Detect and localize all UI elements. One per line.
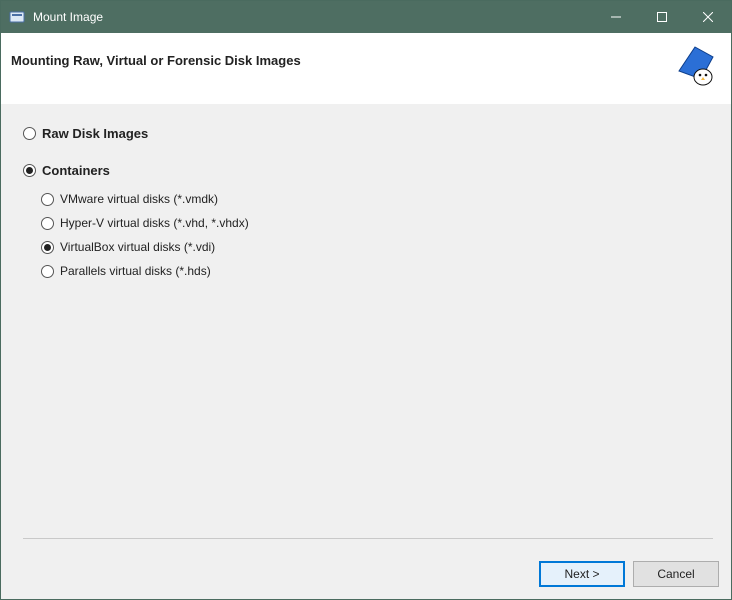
option-parallels[interactable]: Parallels virtual disks (*.hds) bbox=[41, 264, 713, 278]
wizard-header: Mounting Raw, Virtual or Forensic Disk I… bbox=[1, 33, 731, 104]
close-button[interactable] bbox=[685, 1, 731, 33]
window-title: Mount Image bbox=[33, 10, 103, 24]
option-label: Containers bbox=[42, 163, 110, 178]
option-label: Hyper-V virtual disks (*.vhd, *.vhdx) bbox=[60, 216, 249, 230]
radio-icon bbox=[41, 265, 54, 278]
option-label: VMware virtual disks (*.vmdk) bbox=[60, 192, 218, 206]
app-icon bbox=[9, 9, 25, 25]
radio-icon bbox=[41, 241, 54, 254]
option-vmware[interactable]: VMware virtual disks (*.vmdk) bbox=[41, 192, 713, 206]
option-label: VirtualBox virtual disks (*.vdi) bbox=[60, 240, 215, 254]
wizard-footer: Next > Cancel bbox=[1, 561, 731, 599]
option-label: Raw Disk Images bbox=[42, 126, 148, 141]
container-type-group: VMware virtual disks (*.vmdk) Hyper-V vi… bbox=[23, 192, 713, 278]
footer-separator bbox=[23, 538, 713, 539]
wizard-icon bbox=[673, 45, 717, 89]
image-type-group: Raw Disk Images Containers bbox=[23, 126, 713, 178]
wizard-content: Raw Disk Images Containers VMware virtua… bbox=[1, 104, 731, 561]
maximize-button[interactable] bbox=[639, 1, 685, 33]
option-hyperv[interactable]: Hyper-V virtual disks (*.vhd, *.vhdx) bbox=[41, 216, 713, 230]
radio-icon bbox=[41, 193, 54, 206]
window-controls bbox=[593, 1, 731, 33]
radio-icon bbox=[41, 217, 54, 230]
next-button[interactable]: Next > bbox=[539, 561, 625, 587]
option-label: Parallels virtual disks (*.hds) bbox=[60, 264, 211, 278]
radio-icon bbox=[23, 164, 36, 177]
mount-image-window: Mount Image Mounting Raw, Virtual or For… bbox=[0, 0, 732, 600]
cancel-button[interactable]: Cancel bbox=[633, 561, 719, 587]
titlebar: Mount Image bbox=[1, 1, 731, 33]
minimize-button[interactable] bbox=[593, 1, 639, 33]
option-containers[interactable]: Containers bbox=[23, 163, 713, 178]
radio-icon bbox=[23, 127, 36, 140]
option-virtualbox[interactable]: VirtualBox virtual disks (*.vdi) bbox=[41, 240, 713, 254]
option-raw-disk-images[interactable]: Raw Disk Images bbox=[23, 126, 713, 141]
page-title: Mounting Raw, Virtual or Forensic Disk I… bbox=[11, 53, 301, 68]
